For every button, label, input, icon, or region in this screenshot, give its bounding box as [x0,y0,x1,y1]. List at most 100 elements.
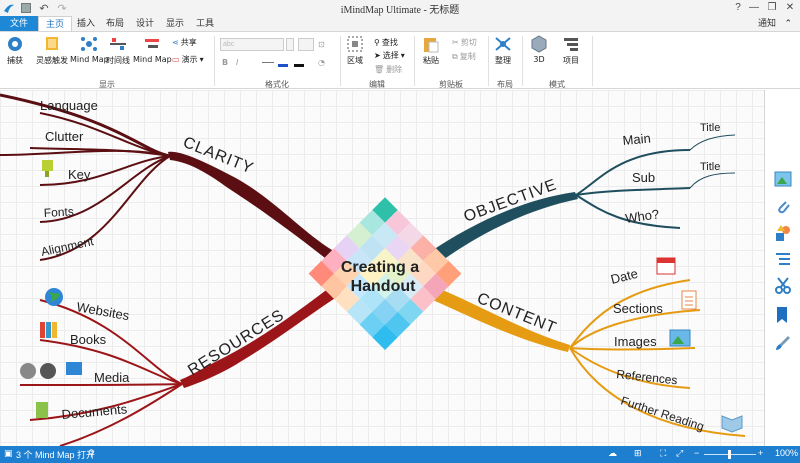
node-websites[interactable]: Websites [75,299,131,323]
node-title-1[interactable]: Title [700,122,720,134]
select-button[interactable]: ➤ 选择 ▾ [374,50,405,61]
line-style-icon[interactable] [262,62,274,63]
node-sub[interactable]: Sub [632,170,655,185]
scissors-icon[interactable] [774,276,792,294]
view-3d-label: 3D [533,55,545,64]
group-layout-label: 布局 [497,80,513,89]
capture-button[interactable]: 捕获 [6,35,24,66]
share-button[interactable]: ⋖ 共享 [172,37,197,48]
central-topic-line1[interactable]: Creating a [341,259,419,276]
collapse-ribbon-icon[interactable]: ⌃ [784,16,792,31]
bold-button[interactable]: B [222,58,228,67]
node-media[interactable]: Media [94,370,130,385]
group-mode-label: 模式 [549,80,565,89]
ribbon: 捕获 灵感触发 Mind Map 时间线 Mind Map ⋖ 共享 ▭ 演示 ▾ 显… [0,31,800,89]
tab-view[interactable]: 显示 [160,16,190,31]
calendar-icon [656,257,676,275]
paste-button[interactable]: 粘贴 [422,35,440,66]
tab-tools[interactable]: 工具 [190,16,220,31]
notifications-button[interactable]: 通知 [758,16,776,31]
find-button[interactable]: ⚲ 查找 [374,37,398,48]
flash-label: 灵感触发 [36,56,68,65]
books-icon [40,322,57,338]
format-painter-icon[interactable]: ◔ [318,58,325,67]
mindmap-alt-icon [145,39,160,48]
capture-icon [8,37,22,51]
media-icon [20,362,82,379]
cut-button[interactable]: ✂ 剪切 [452,37,477,48]
highlight-color-icon[interactable] [294,64,304,67]
zoom-slider-thumb[interactable] [728,450,731,459]
select-label: 选择 [382,51,399,60]
open-book-icon [721,415,743,433]
node-alignment[interactable]: Alignment [40,234,96,259]
view-grid-icon[interactable]: ⊞ [634,448,642,459]
delete-button[interactable]: 🗑 删除 [374,64,402,75]
node-date[interactable]: Date [609,266,639,287]
attachment-icon[interactable] [774,198,792,216]
project-button[interactable]: 项目 [562,35,580,66]
font-dropdown[interactable] [286,38,294,51]
tag-icon[interactable] [774,306,792,324]
node-further-reading[interactable]: Further Reading [619,394,706,434]
arrange-button[interactable]: 整理 [494,35,512,66]
font-selector[interactable]: abc [220,38,284,51]
shapes-icon[interactable] [774,224,792,242]
globe-icon [45,288,63,306]
share-icon: ⋖ [172,38,179,47]
node-main[interactable]: Main [622,131,651,148]
zoom-in-icon[interactable]: + [758,448,763,458]
mindmap2-label: Mind Map [133,55,172,64]
share-status-icon[interactable]: ☁ [608,448,617,459]
node-books[interactable]: Books [70,332,107,347]
timeline-icon [110,38,126,50]
copy-label: 复制 [459,52,476,61]
mindmap2-button[interactable]: Mind Map [133,35,172,64]
area-button[interactable]: 区域 [346,35,364,66]
paste-icon [424,38,439,53]
node-references[interactable]: References [616,367,679,387]
tab-layout[interactable]: 布局 [100,16,130,31]
project-icon [564,38,578,51]
fullscreen-icon[interactable]: ⤢ [676,448,683,459]
node-key[interactable]: Key [68,167,91,182]
minimize-button[interactable]: — [746,1,762,15]
image-library-icon[interactable] [774,170,792,188]
node-who[interactable]: Who? [624,206,660,226]
node-language[interactable]: Language [40,98,98,113]
area-select-icon [347,36,363,52]
help-button[interactable]: ? [730,1,746,15]
clear-format-icon[interactable]: ⊡ [318,40,325,49]
node-clutter[interactable]: Clutter [45,129,84,144]
timeline-button[interactable]: 时间线 [106,35,130,66]
title-bar: ↶ ↷ iMindMap Ultimate - 无标题 ? — ❐ ✕ [0,0,800,16]
font-color-icon[interactable] [278,64,288,67]
view-3d-button[interactable]: 3D [530,35,548,64]
node-fonts[interactable]: Fonts [43,204,74,220]
node-title-2[interactable]: Title [700,161,720,173]
mindmap-button[interactable]: Mind Map [70,35,109,64]
fit-screen-icon[interactable]: ⛶ [660,448,666,459]
close-button[interactable]: ✕ [782,1,798,15]
italic-button[interactable]: I [236,58,238,67]
font-size-field[interactable] [298,38,314,51]
list-outline-icon[interactable] [774,250,792,268]
tab-insert[interactable]: 插入 [72,16,100,31]
restore-button[interactable]: ❐ [764,1,780,15]
mindmap-canvas[interactable]: CLARITY Language Clutter Key Fonts Align… [0,90,764,446]
central-topic-line2[interactable]: Handout [351,278,417,295]
brush-icon[interactable] [774,334,792,352]
node-sections[interactable]: Sections [613,301,663,316]
zoom-out-icon[interactable]: − [694,448,699,458]
branch-label-resources[interactable]: RESOURCES [185,306,288,379]
pin-icon[interactable]: ⚲ [88,448,95,459]
copy-button[interactable]: ⧉ 复制 [452,51,476,62]
tab-file[interactable]: 文件 [0,16,38,31]
node-images[interactable]: Images [614,334,657,349]
copy-icon: ⧉ [452,51,458,61]
present-button[interactable]: ▭ 演示 ▾ [172,54,204,65]
tab-design[interactable]: 设计 [130,16,160,31]
tab-home[interactable]: 主页 [38,16,72,31]
flash-button[interactable]: 灵感触发 [36,35,68,66]
node-documents[interactable]: Documents [61,401,128,422]
